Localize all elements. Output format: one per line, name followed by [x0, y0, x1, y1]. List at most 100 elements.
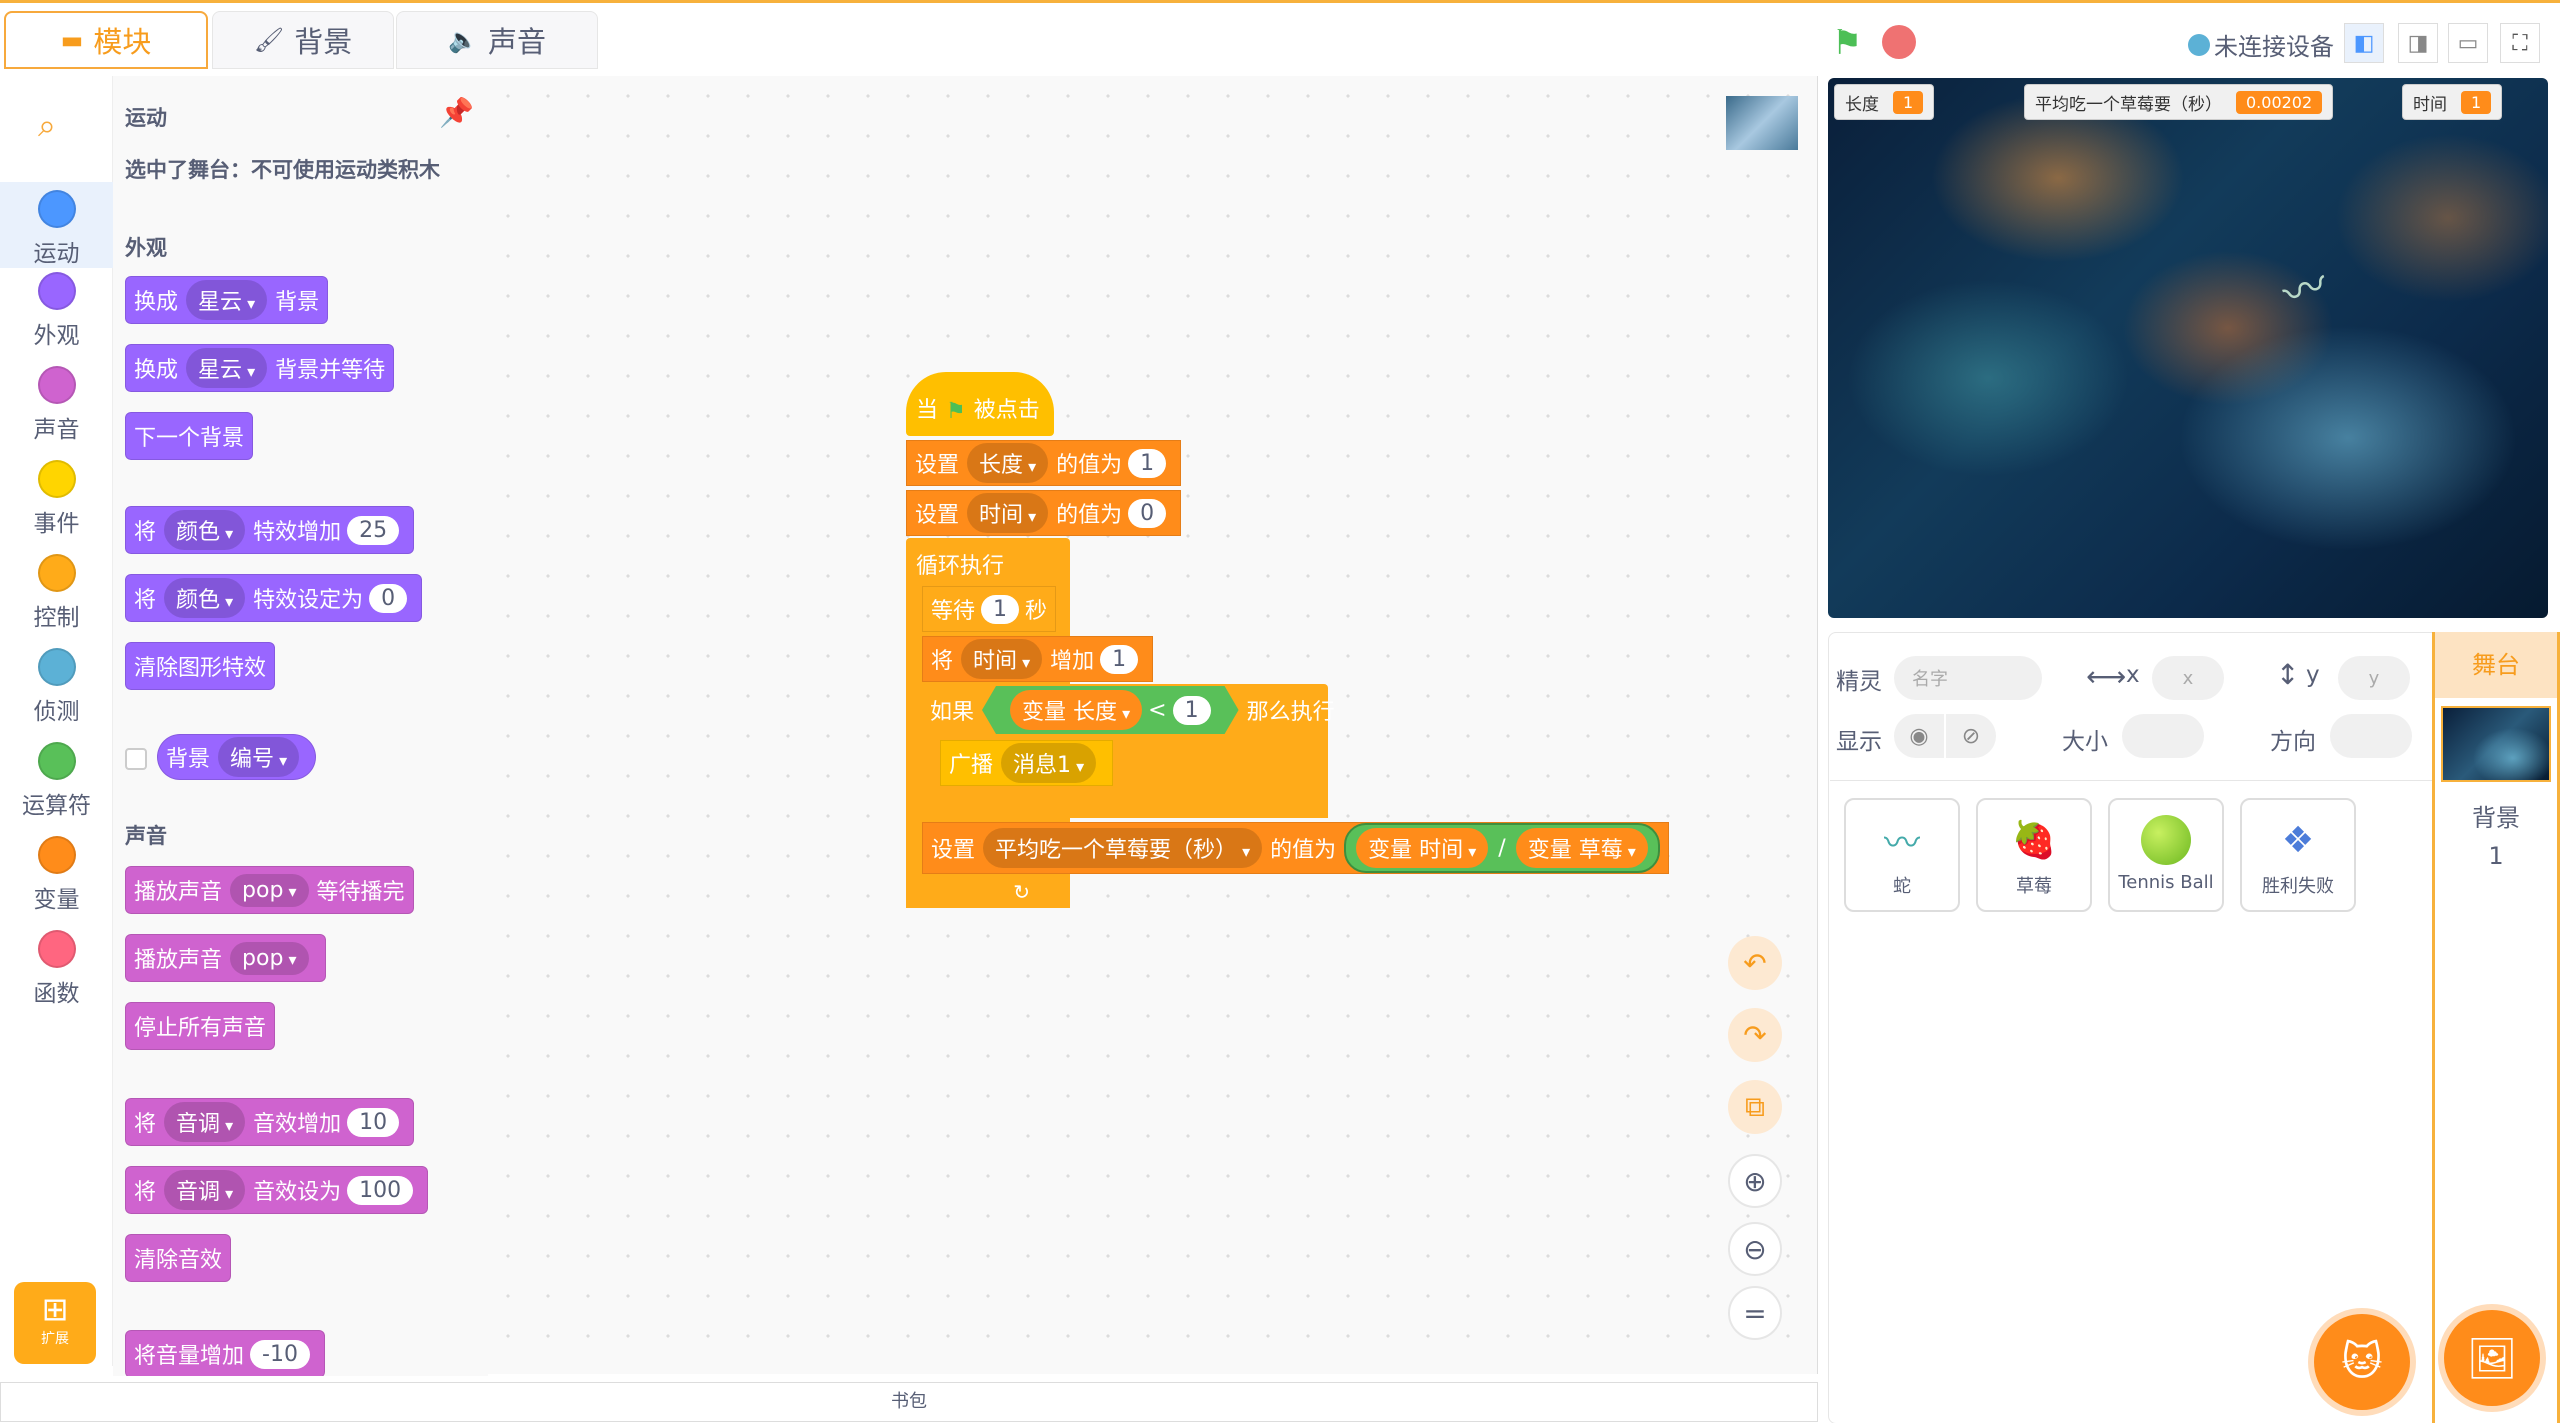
effect-dropdown[interactable]: 颜色: [164, 510, 246, 550]
variable-reporter[interactable]: 变量 草莓: [1515, 828, 1648, 868]
search-icon[interactable]: ⌕: [38, 106, 56, 145]
value-input[interactable]: 0: [1128, 498, 1167, 528]
block-text: 停止所有声音: [134, 1016, 267, 1041]
category-events[interactable]: 事件: [0, 460, 113, 538]
effect-dropdown[interactable]: 颜色: [164, 578, 246, 618]
backpack-bar[interactable]: 书包: [0, 1382, 1818, 1422]
sprite-card[interactable]: ❖ 胜利失败: [2240, 798, 2356, 912]
clear-sound-effects-block[interactable]: 清除音效: [125, 1234, 232, 1282]
change-effect-block[interactable]: 将颜色特效增加25: [125, 506, 415, 554]
set-length-block[interactable]: 设置长度的值为1: [906, 440, 1182, 486]
value-input[interactable]: -10: [250, 1339, 310, 1369]
value-input[interactable]: 25: [347, 515, 400, 545]
divide-block[interactable]: 变量 时间 / 变量 草莓: [1344, 823, 1660, 873]
direction-input[interactable]: [2330, 714, 2412, 758]
fullscreen-icon[interactable]: ⛶: [2500, 23, 2540, 63]
pin-icon[interactable]: 📌: [439, 96, 474, 129]
condition-block[interactable]: 变量 长度 < 1: [982, 686, 1239, 734]
extension-button[interactable]: ⊞ 扩展: [14, 1282, 96, 1364]
redo-icon[interactable]: ↷: [1728, 1008, 1782, 1062]
clear-effects-block[interactable]: 清除图形特效: [125, 642, 276, 690]
backdrop-dropdown[interactable]: 星云: [186, 280, 268, 320]
variable-reporter[interactable]: 变量 时间: [1356, 828, 1489, 868]
next-backdrop-block[interactable]: 下一个背景: [125, 412, 254, 460]
stage-canvas[interactable]: 长度 1 平均吃一个草莓要（秒） 0.00202 时间 1 〰: [1828, 78, 2548, 618]
normal-stage-icon[interactable]: ◨: [2398, 23, 2438, 63]
hat-block[interactable]: 当 ⚑ 被点击: [906, 372, 1054, 436]
tab-sounds[interactable]: 🔈 声音: [396, 11, 598, 69]
stop-icon[interactable]: [1882, 25, 1916, 59]
crop-icon[interactable]: ⧉: [1728, 1080, 1782, 1134]
tab-code[interactable]: ▬ 模块: [4, 11, 208, 69]
broadcast-block[interactable]: 广播 消息1: [940, 740, 1114, 786]
variable-reporter[interactable]: 变量 长度: [1010, 690, 1142, 730]
stop-all-sounds-block[interactable]: 停止所有声音: [125, 1002, 276, 1050]
change-time-block[interactable]: 将时间增加1: [922, 636, 1154, 682]
backdrop-dropdown[interactable]: 星云: [186, 348, 268, 388]
snake-sprite-icon[interactable]: 〰: [2272, 248, 2335, 323]
switch-backdrop-wait-block[interactable]: 换成星云背景并等待: [125, 344, 395, 392]
set-effect-block[interactable]: 将颜色特效设定为0: [125, 574, 423, 622]
category-motion[interactable]: 运动: [0, 182, 113, 268]
sound-effect-dropdown[interactable]: 音调: [164, 1170, 246, 1210]
backdrop-number-reporter[interactable]: 背景 编号: [157, 734, 317, 780]
undo-icon[interactable]: ↶: [1728, 936, 1782, 990]
sprite-card[interactable]: 🍓 草莓: [1976, 798, 2092, 912]
wait-block[interactable]: 等待 1 秒: [922, 586, 1057, 632]
backdrop-reporter-checkbox[interactable]: [125, 748, 147, 770]
sprite-name-input[interactable]: 名字: [1894, 656, 2042, 700]
category-variables[interactable]: 变量: [0, 836, 113, 914]
sprite-card[interactable]: 〰蛇: [1844, 798, 1960, 912]
value-input[interactable]: 0: [369, 583, 408, 613]
hide-eye-icon[interactable]: ⊘: [1946, 714, 1996, 758]
value-input[interactable]: 1: [981, 594, 1020, 624]
switch-backdrop-block[interactable]: 换成星云背景: [125, 276, 329, 324]
sound-dropdown[interactable]: pop: [230, 941, 309, 975]
category-control[interactable]: 控制: [0, 554, 113, 632]
set-sound-effect-block[interactable]: 将音调音效设为100: [125, 1166, 429, 1214]
change-sound-effect-block[interactable]: 将音调音效增加10: [125, 1098, 415, 1146]
value-input[interactable]: 1: [1173, 696, 1211, 725]
value-input[interactable]: 1: [1128, 448, 1167, 478]
set-time-block[interactable]: 设置时间的值为0: [906, 490, 1182, 536]
change-volume-block[interactable]: 将音量增加 -10: [125, 1330, 325, 1376]
large-stage-icon[interactable]: ▭: [2448, 23, 2488, 63]
backdrop-label: 背景: [2472, 804, 2520, 832]
green-flag-icon[interactable]: ⚑: [1832, 23, 1862, 63]
connection-status[interactable]: 未连接设备: [2188, 27, 2334, 62]
category-functions[interactable]: 函数: [0, 930, 113, 1008]
category-operators[interactable]: 运算符: [0, 742, 113, 820]
category-looks[interactable]: 外观: [0, 272, 113, 350]
x-input[interactable]: x: [2152, 656, 2224, 700]
category-label: 外观: [33, 323, 80, 349]
tab-backdrops[interactable]: 🖌 背景: [212, 11, 394, 69]
small-stage-icon[interactable]: ◧: [2344, 23, 2384, 63]
y-input[interactable]: y: [2338, 656, 2410, 700]
message-dropdown[interactable]: 消息1: [1001, 743, 1097, 783]
value-input[interactable]: 10: [347, 1107, 400, 1137]
value-input[interactable]: 1: [1100, 644, 1139, 674]
play-sound-wait-block[interactable]: 播放声音 pop 等待播完: [125, 866, 414, 914]
set-average-block[interactable]: 设置 平均吃一个草莓要（秒） 的值为 变量 时间 / 变量 草莓: [922, 822, 1669, 874]
x-arrows-icon: ⟷: [2086, 660, 2127, 693]
stage-selector[interactable]: 舞台 背景 1: [2432, 632, 2560, 1423]
variable-dropdown[interactable]: 时间: [967, 493, 1049, 533]
show-eye-icon[interactable]: ◉: [1894, 714, 1944, 758]
zoom-in-icon[interactable]: ⊕: [1728, 1154, 1782, 1208]
value-input[interactable]: 100: [347, 1175, 414, 1205]
sprite-card[interactable]: Tennis Ball: [2108, 798, 2224, 912]
number-dropdown[interactable]: 编号: [218, 737, 300, 777]
category-sound[interactable]: 声音: [0, 366, 113, 444]
size-input[interactable]: [2122, 714, 2204, 758]
add-backdrop-icon[interactable]: 🖼: [2444, 1310, 2540, 1406]
add-sprite-icon[interactable]: 🐱: [2314, 1314, 2410, 1410]
category-sensing[interactable]: 侦测: [0, 648, 113, 726]
zoom-out-icon[interactable]: ⊖: [1728, 1222, 1782, 1276]
variable-dropdown[interactable]: 平均吃一个草莓要（秒）: [983, 828, 1263, 868]
play-sound-block[interactable]: 播放声音 pop: [125, 934, 326, 982]
sound-effect-dropdown[interactable]: 音调: [164, 1102, 246, 1142]
zoom-reset-icon[interactable]: =: [1728, 1286, 1782, 1340]
variable-dropdown[interactable]: 长度: [967, 443, 1049, 483]
variable-dropdown[interactable]: 时间: [961, 639, 1043, 679]
sound-dropdown[interactable]: pop: [230, 873, 309, 907]
